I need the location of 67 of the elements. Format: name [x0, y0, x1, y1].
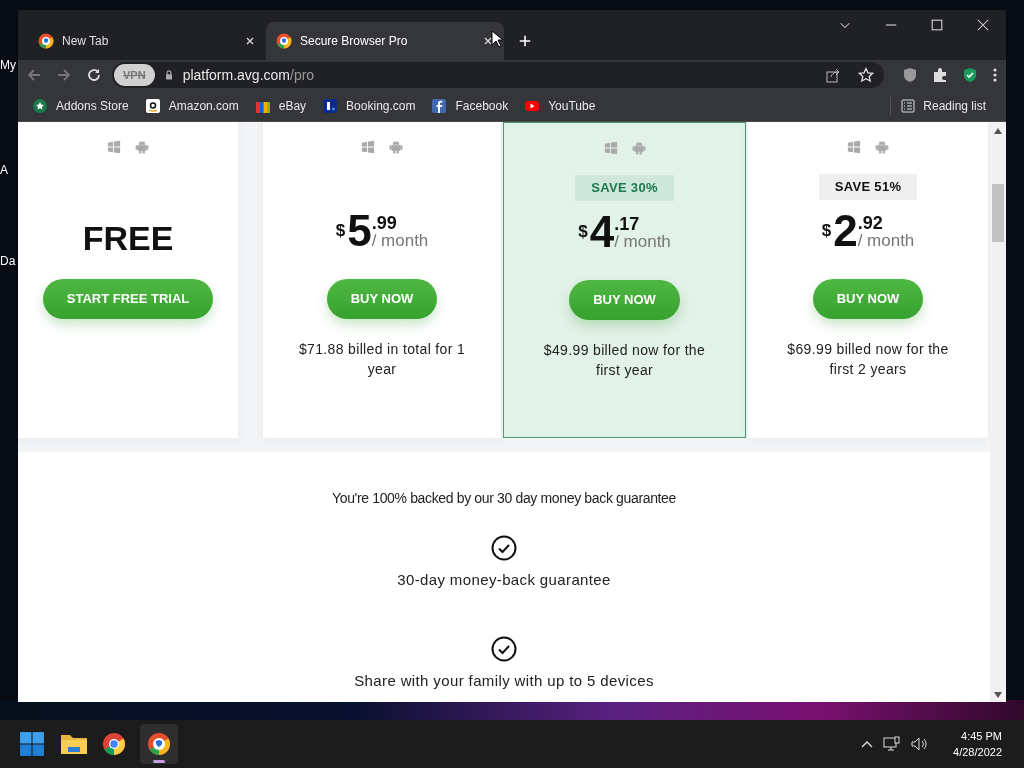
windows-icon — [361, 140, 375, 154]
letter-icon — [431, 97, 448, 114]
browser-logo-icon — [276, 33, 292, 49]
bookmark-link[interactable]: Addons Store — [56, 96, 129, 115]
close-window-icon[interactable] — [976, 18, 990, 32]
bookmark-link[interactable]: eBay — [278, 96, 307, 115]
android-icon — [631, 141, 646, 155]
taskbar-active-app[interactable] — [140, 724, 178, 764]
menu-icon[interactable] — [992, 67, 998, 83]
desktop-icon-label[interactable]: My — [0, 58, 18, 72]
check-circle-icon — [491, 535, 517, 561]
scrollbar-thumb[interactable] — [992, 184, 1004, 242]
browser-tab[interactable]: Secure Browser Pro — [266, 22, 504, 60]
network-icon[interactable] — [883, 736, 902, 752]
discount-badge: SAVE 51% — [818, 174, 918, 200]
browser-logo-icon — [38, 33, 54, 49]
desktop-icon-label[interactable]: Da — [0, 254, 18, 268]
forward-icon[interactable] — [56, 67, 72, 83]
windows-icon — [847, 140, 861, 154]
bookmark-link[interactable]: Facebook — [455, 96, 509, 115]
letter-icon — [144, 97, 161, 114]
folder-icon[interactable] — [60, 732, 88, 756]
volume-icon[interactable] — [911, 736, 930, 752]
browser-tab[interactable]: New Tab — [28, 22, 266, 60]
feature-text: 30-day money-back guarantee — [397, 570, 611, 590]
android-icon — [135, 140, 149, 154]
windows-icon — [603, 141, 618, 155]
discount-badge: SAVE 30% — [575, 175, 674, 201]
tab-title: New Tab — [62, 33, 110, 50]
tab-title: Secure Browser Pro — [300, 33, 409, 50]
reload-icon[interactable] — [86, 67, 102, 83]
scroll-down-icon[interactable] — [994, 692, 1002, 698]
browser-logo-icon — [147, 732, 171, 756]
clock-date[interactable]: 4/28/2022 — [953, 744, 1002, 760]
bookmark-star-icon[interactable] — [858, 67, 874, 83]
guarantee-heading: You're 100% backed by our 30 day money back guarantee — [332, 489, 676, 508]
check-circle-icon — [491, 635, 517, 662]
list-icon — [901, 98, 916, 113]
plan-price: FREE — [82, 217, 174, 259]
reading-list-link[interactable]: Reading list — [923, 96, 986, 115]
windows-icon — [107, 140, 121, 154]
bookmark-link[interactable]: YouTube — [548, 96, 596, 115]
start-icon[interactable] — [19, 731, 45, 757]
bookmark-link[interactable]: Amazon.com — [168, 96, 239, 115]
bookmark-link[interactable]: Booking.com — [346, 96, 416, 115]
chevron-up-icon[interactable] — [861, 740, 874, 748]
browser-icon[interactable] — [102, 732, 126, 756]
desktop-icon-label[interactable]: A — [0, 163, 18, 177]
new-tab-icon[interactable] — [518, 34, 532, 48]
puzzle-icon[interactable] — [932, 67, 948, 83]
feature-text: Share with your family with up to 5 devices — [354, 670, 654, 691]
clock-time[interactable]: 4:45 PM — [961, 728, 1002, 744]
close-icon[interactable] — [244, 35, 256, 47]
address-field[interactable]: platform.avg.com/pro — [182, 64, 818, 86]
android-icon — [389, 140, 403, 154]
android-icon — [875, 140, 889, 154]
shield-icon[interactable] — [902, 67, 918, 83]
share-icon[interactable] — [826, 67, 842, 83]
mouse-cursor-icon — [491, 30, 503, 48]
maximize-icon[interactable] — [930, 18, 944, 32]
billing-note: $71.88 billed in total for 1 year — [297, 340, 467, 379]
billing-note: $69.99 billed now for the first 2 years — [786, 340, 950, 379]
letter-icon — [322, 97, 339, 114]
shield-check-icon[interactable] — [962, 67, 978, 83]
billing-note: $49.99 billed now for the first year — [542, 341, 707, 380]
back-icon[interactable] — [26, 67, 42, 83]
scroll-up-icon[interactable] — [994, 128, 1002, 134]
